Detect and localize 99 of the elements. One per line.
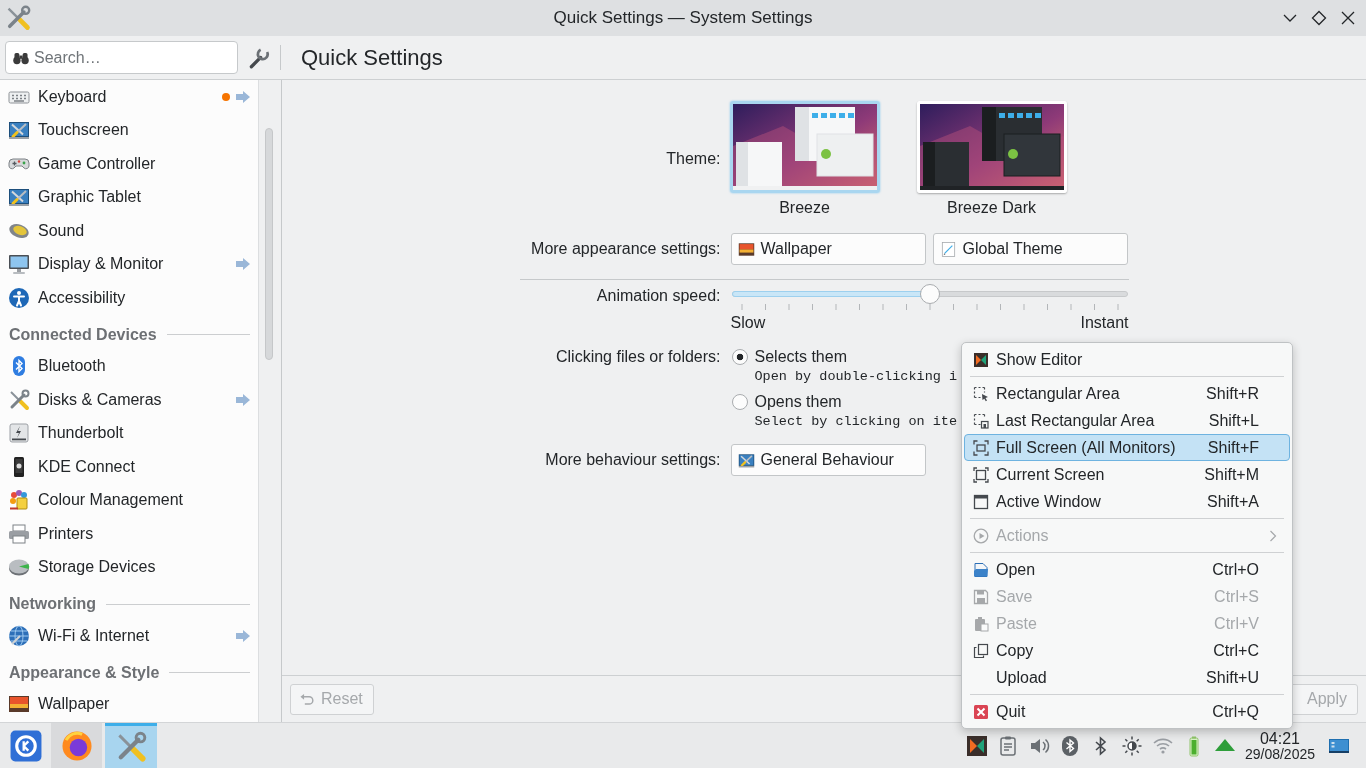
shortcut-label: Ctrl+S: [1214, 587, 1259, 606]
brightness-icon[interactable]: [1120, 734, 1143, 757]
sidebar-item[interactable]: Graphic Tablet: [0, 180, 258, 214]
shortcut-label: Shift+M: [1204, 465, 1259, 484]
option-label: Opens them: [754, 393, 842, 411]
sidebar-item[interactable]: Touchscreen: [0, 113, 258, 147]
sidebar-item[interactable]: Keyboard: [0, 80, 258, 114]
browser-icon: [60, 729, 93, 762]
field-label: Animation speed:: [596, 287, 721, 305]
option-description: Select by clicking on ite: [754, 413, 958, 431]
field-label: Clicking files or folders:: [556, 348, 721, 366]
screen-tools-icon: [737, 451, 755, 469]
document-icon: [973, 561, 989, 578]
palette-icon: [8, 489, 30, 512]
shortcut-label: Shift+R: [1206, 384, 1259, 403]
section-heading: Connected Devices: [9, 325, 157, 344]
range-label: Instant: [1080, 314, 1129, 332]
option-label: Selects them: [754, 348, 847, 366]
field-label: Theme:: [666, 150, 721, 168]
menu-item[interactable]: Last Rectangular Area Shift+L: [964, 407, 1290, 434]
shortcut-label: Shift+A: [1206, 492, 1259, 511]
sidebar-item[interactable]: Wi-Fi & Internet: [0, 619, 258, 653]
shortcut-label: Shift+U: [1206, 668, 1259, 687]
tools-icon: [5, 5, 31, 31]
sidebar-item[interactable]: Disks & Cameras: [0, 383, 258, 417]
menu-item[interactable]: Copy Ctrl+C: [964, 637, 1290, 664]
sidebar-item[interactable]: Colour Management: [0, 483, 258, 517]
region-select-icon: [973, 385, 989, 402]
fullscreen-icon: [973, 439, 989, 456]
sidebar-item[interactable]: Storage Devices: [0, 550, 258, 584]
shortcut-label: Ctrl+Q: [1212, 702, 1259, 721]
window-title: Quick Settings — System Settings: [553, 8, 813, 28]
section-heading: Appearance & Style: [9, 663, 160, 682]
radio-button[interactable]: [731, 394, 748, 410]
play-circle-icon: [973, 527, 989, 544]
screenshot-tool-icon[interactable]: [965, 734, 988, 757]
screen-frame-icon: [973, 466, 989, 483]
field-label: More appearance settings:: [531, 240, 721, 258]
screenshot-tool-icon: [973, 351, 989, 368]
globe-icon: [8, 624, 30, 647]
section-heading: Networking: [9, 595, 97, 613]
theme-name: Breeze Dark: [947, 199, 1036, 217]
sidebar-item[interactable]: Game Controller: [0, 147, 258, 181]
tools-icon: [115, 731, 147, 763]
window-icon: [973, 493, 989, 510]
launcher-icon[interactable]: [9, 728, 43, 763]
settings-button[interactable]: General Behaviour: [730, 444, 926, 476]
monitor-icon: [8, 253, 30, 276]
sidebar-item[interactable]: Printers: [0, 517, 258, 551]
sidebar-item[interactable]: Sound: [0, 214, 258, 248]
save-icon: [973, 588, 989, 605]
shortcut-label: Ctrl+O: [1212, 560, 1259, 579]
menu-item[interactable]: Show Editor: [964, 346, 1290, 373]
maximize-icon[interactable]: [1311, 10, 1327, 26]
last-region-icon: [973, 412, 989, 429]
task-button[interactable]: [51, 723, 102, 768]
slider-handle[interactable]: [919, 284, 940, 304]
theme-name: Breeze: [779, 199, 830, 217]
sidebar-item[interactable]: Accessibility: [0, 281, 258, 315]
brush-page-icon: [939, 240, 957, 258]
tools-icon: [8, 388, 30, 411]
picture-icon: [737, 240, 755, 258]
menu-item[interactable]: Full Screen (All Monitors) Shift+F: [964, 434, 1290, 461]
radio-button[interactable]: [731, 349, 748, 365]
shortcut-label: Ctrl+V: [1214, 614, 1259, 633]
screen-tools-icon: [8, 186, 30, 209]
copy-icon: [973, 642, 989, 659]
field-label: More behaviour settings:: [545, 451, 721, 469]
sidebar-item[interactable]: KDE Connect: [0, 450, 258, 484]
sidebar-item[interactable]: Wallpaper: [0, 687, 258, 721]
close-icon[interactable]: [1340, 10, 1356, 26]
option-description: Open by double-clicking i: [754, 368, 958, 386]
clock-time: 04:21: [1259, 729, 1300, 747]
search-field[interactable]: Search…: [5, 41, 238, 74]
menu-item[interactable]: Open Ctrl+O: [964, 556, 1290, 583]
animation-speed-slider[interactable]: [731, 284, 1128, 304]
lightning-drive-icon: [8, 422, 30, 445]
shortcut-label: Shift+F: [1207, 438, 1259, 457]
shortcut-label: Shift+L: [1208, 411, 1259, 430]
sidebar-item[interactable]: Display & Monitor: [0, 247, 258, 281]
chevron-right-icon: [1269, 529, 1277, 542]
clock-date: 29/08/2025: [1244, 746, 1315, 762]
close-icon: [973, 703, 989, 720]
sidebar-item[interactable]: Bluetooth: [0, 349, 258, 383]
menu-item[interactable]: Current Screen Shift+M: [964, 461, 1290, 488]
sidebar-item[interactable]: Thunderbolt: [0, 416, 258, 450]
page-title: Quick Settings: [301, 44, 443, 71]
undo-arrow-icon: [299, 691, 315, 707]
screen-tools-icon: [8, 119, 30, 142]
shortcut-label: Ctrl+C: [1213, 641, 1259, 660]
paste-icon: [973, 615, 989, 632]
scrollbar-thumb[interactable]: [265, 128, 273, 360]
printer-icon: [8, 522, 30, 545]
accessibility-icon: [8, 286, 30, 309]
settings-button[interactable]: Global Theme: [932, 233, 1128, 265]
range-label: Slow: [730, 314, 766, 332]
settings-button[interactable]: Wallpaper: [730, 233, 926, 265]
menu-item[interactable]: Active Window Shift+A: [964, 488, 1290, 515]
menu-item[interactable]: Rectangular Area Shift+R: [964, 380, 1290, 407]
